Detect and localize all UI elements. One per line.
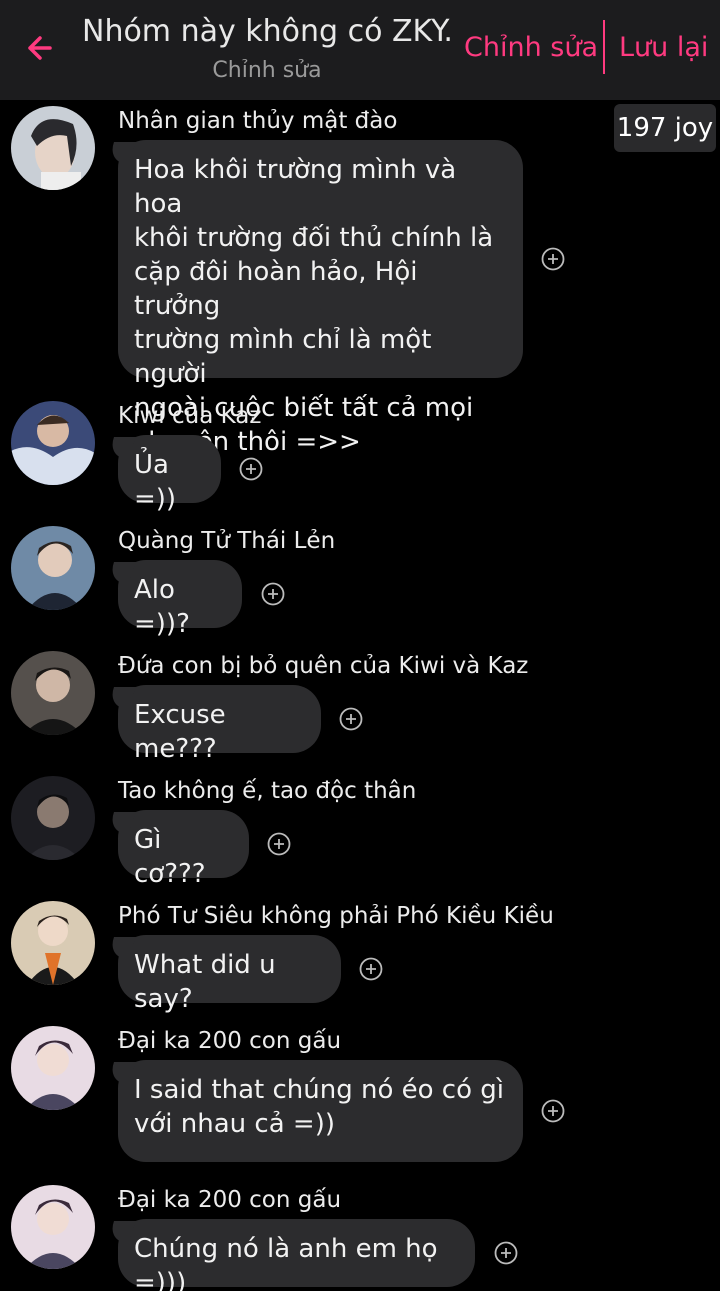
avatar[interactable] (11, 901, 95, 985)
add-reaction-icon[interactable] (239, 457, 263, 481)
avatar[interactable] (11, 401, 95, 485)
sender-name: Nhân gian thủy mật đào (118, 108, 398, 134)
sender-name: Phó Tư Siêu không phải Phó Kiều Kiều (118, 903, 554, 929)
message-bubble[interactable]: Chúng nó là anh em họ =))) (118, 1219, 475, 1291)
sender-name: Quàng Tử Thái Lẻn (118, 528, 336, 554)
add-reaction-icon[interactable] (494, 1241, 518, 1265)
add-reaction-icon[interactable] (267, 832, 291, 856)
sender-name: Đại ka 200 con gấu (118, 1187, 342, 1213)
sender-name: Tao không ế, tao độc thân (118, 778, 417, 804)
save-button[interactable]: Lưu lại (619, 32, 708, 63)
header-divider (603, 20, 605, 74)
message-bubble[interactable]: Gì cơ??? (118, 810, 249, 889)
message-item: Nhân gian thủy mật đào Hoa khôi trường m… (0, 100, 720, 457)
message-bubble[interactable]: Ủa =)) (118, 435, 221, 514)
message-list[interactable]: Nhân gian thủy mật đào Hoa khôi trường m… (0, 100, 720, 1291)
add-reaction-icon[interactable] (339, 707, 363, 731)
sender-name: Đứa con bị bỏ quên của Kiwi và Kaz (118, 653, 529, 679)
message-item: Đại ka 200 con gấu Chúng nó là anh em họ… (0, 1179, 720, 1291)
message-item: Phó Tư Siêu không phải Phó Kiều Kiều Wha… (0, 895, 720, 1020)
avatar[interactable] (11, 1185, 95, 1269)
add-reaction-icon[interactable] (359, 957, 383, 981)
add-reaction-icon[interactable] (541, 247, 565, 271)
message-item: Tao không ế, tao độc thân Gì cơ??? (0, 770, 720, 895)
avatar[interactable] (11, 776, 95, 860)
back-arrow-icon[interactable] (20, 26, 64, 70)
message-item: Kiwi của Kaz Ủa =)) (0, 395, 720, 520)
sender-name: Kiwi của Kaz (118, 403, 262, 429)
sender-name: Đại ka 200 con gấu (118, 1028, 342, 1054)
joy-badge: 197 joy (614, 104, 716, 152)
message-bubble[interactable]: Hoa khôi trường mình và hoa khôi trường … (118, 140, 523, 457)
message-item: Đứa con bị bỏ quên của Kiwi và Kaz Excus… (0, 645, 720, 770)
message-bubble[interactable]: I said that chúng nó éo có gì với nhau c… (118, 1060, 523, 1162)
avatar[interactable] (11, 526, 95, 610)
message-bubble[interactable]: What did u say? (118, 935, 341, 1014)
chat-title: Nhóm này không có ZKY... (82, 14, 454, 49)
edit-button[interactable]: Chỉnh sửa (464, 32, 598, 63)
chat-subtitle: Chỉnh sửa (212, 58, 322, 83)
avatar[interactable] (11, 1026, 95, 1110)
avatar[interactable] (11, 106, 95, 190)
message-bubble[interactable]: Alo =))? (118, 560, 242, 639)
message-bubble[interactable]: Excuse me??? (118, 685, 321, 764)
add-reaction-icon[interactable] (261, 582, 285, 606)
avatar[interactable] (11, 651, 95, 735)
add-reaction-icon[interactable] (541, 1099, 565, 1123)
top-bar: Nhóm này không có ZKY... Chỉnh sửa Chỉnh… (0, 0, 720, 100)
message-item: Quàng Tử Thái Lẻn Alo =))? (0, 520, 720, 645)
message-item: Đại ka 200 con gấu I said that chúng nó … (0, 1020, 720, 1179)
